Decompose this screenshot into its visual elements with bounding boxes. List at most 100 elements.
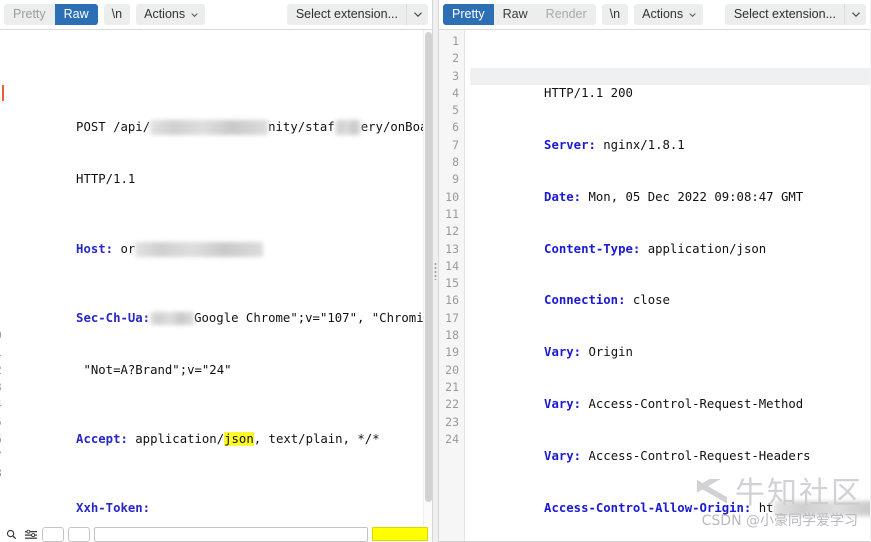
- header-value-post: , text/plain, */*: [253, 431, 380, 446]
- line-number: 14: [445, 258, 459, 273]
- line-number: 22: [445, 397, 459, 412]
- request-actions-button[interactable]: Actions: [136, 4, 206, 25]
- request-path-mid: nity/staf: [268, 120, 335, 135]
- match-highlight-swatch: [372, 527, 428, 541]
- header-line-host: Host: or: [2, 223, 432, 257]
- header-line-connection: Connection: close: [470, 275, 870, 307]
- header-value: or: [120, 241, 136, 256]
- line-number: 23: [445, 414, 459, 429]
- request-editor[interactable]: 1 2 3 4 5 6 7 8 9 10 11 12 13: [0, 29, 432, 542]
- line-number: 3: [452, 68, 459, 83]
- splitter-grip-icon[interactable]: [434, 262, 437, 280]
- header-value: Google Chrome";v="107", "Chromium";v="10…: [194, 310, 432, 325]
- header-line-accept: Accept: application/json, text/plain, */…: [2, 414, 432, 446]
- pane-splitter[interactable]: [432, 0, 439, 542]
- line-number: 6: [452, 120, 459, 135]
- header-value: Access-Control-Request-Method: [581, 397, 804, 412]
- response-editor[interactable]: 1 2 3 4 5 6 7 8 9 10 11 12 13 14 15 16 1…: [439, 29, 870, 542]
- header-name: Access-Control-Allow-Origin:: [544, 501, 752, 516]
- request-path-prefix: /api/: [113, 120, 151, 135]
- chevron-down-icon: [689, 13, 696, 17]
- request-vertical-scrollbar[interactable]: [423, 30, 432, 541]
- line-number: [439, 448, 459, 465]
- request-path-suffix: ery/onBoardTab: [360, 120, 432, 135]
- header-line-vary: Vary: Origin: [470, 327, 870, 359]
- tab-response-raw[interactable]: Raw: [493, 4, 537, 25]
- request-toolbar: Pretty Raw \n Actions Select extension..…: [0, 0, 432, 29]
- request-search-bar: [0, 526, 432, 542]
- settings-icon[interactable]: [23, 527, 38, 542]
- header-line-content-type: Content-Type: application/json: [470, 223, 870, 256]
- header-name: Xxh-Token:: [76, 501, 151, 516]
- line-number: 1: [452, 34, 459, 48]
- tab-request-raw[interactable]: Raw: [54, 4, 98, 25]
- request-newline-toggle[interactable]: \n: [103, 4, 131, 25]
- tab-request-pretty[interactable]: Pretty: [4, 4, 55, 25]
- line-number: 5: [452, 103, 459, 118]
- line-number: 20: [445, 362, 459, 377]
- line-number: 13: [445, 241, 459, 256]
- response-actions-button[interactable]: Actions: [634, 4, 704, 25]
- tab-response-pretty[interactable]: Pretty: [443, 4, 494, 25]
- http-method: POST: [76, 120, 106, 135]
- response-newline-toggle[interactable]: \n: [601, 4, 629, 25]
- request-view-tabs: Pretty Raw: [4, 4, 98, 25]
- tab-response-render[interactable]: Render: [536, 4, 596, 25]
- chevron-down-icon: [844, 4, 866, 25]
- response-toolbar: Pretty Raw Render \n Actions Select exte…: [439, 0, 870, 29]
- header-line-vary: Vary: Access-Control-Request-Headers: [470, 431, 870, 463]
- line-number: 9: [452, 172, 459, 187]
- header-name: Vary:: [544, 345, 582, 360]
- line-number: 16: [445, 293, 459, 308]
- header-name: Host:: [76, 241, 114, 256]
- redaction-blur: [773, 501, 870, 517]
- protocol-text: HTTP/1.1: [76, 172, 136, 187]
- redaction-blur: [150, 311, 195, 325]
- line-number: 4: [452, 85, 459, 100]
- header-value: ht: [751, 501, 774, 516]
- burp-repeater-window: Pretty Raw \n Actions Select extension..…: [0, 0, 871, 542]
- scrollbar-thumb[interactable]: [425, 32, 432, 502]
- header-line-server: Server: nginx/1.8.1: [470, 119, 870, 152]
- header-name: Vary:: [544, 397, 582, 412]
- line-number: 7: [452, 137, 459, 152]
- line-number: 2: [452, 51, 459, 66]
- header-line-sec-ch-ua: Sec-Ch-Ua: Google Chrome";v="107", "Chrom…: [2, 292, 432, 325]
- header-line-allow-origin: Access-Control-Allow-Origin: htn: [470, 483, 870, 517]
- request-code[interactable]: POST /api/nity/staf ery/onBoardTab HTTP/1…: [0, 30, 432, 541]
- search-next-button[interactable]: [68, 526, 90, 542]
- line-number: 15: [445, 276, 459, 291]
- header-line-xxh-token: Xxh-Token:: [2, 483, 432, 515]
- chevron-down-icon: [191, 13, 198, 17]
- response-extension-select[interactable]: Select extension...: [724, 4, 866, 25]
- line-number: [439, 500, 459, 517]
- header-value: Origin: [581, 345, 633, 360]
- line-number: 17: [445, 310, 459, 325]
- header-line-allow-credentials: Access-Control-Allow-Credentials: true: [470, 535, 870, 541]
- header-name: Connection:: [544, 293, 626, 308]
- redaction-blur: [334, 120, 361, 136]
- line-number: 12: [445, 224, 459, 239]
- search-icon[interactable]: [4, 527, 19, 542]
- response-line-numbers: 1 2 3 4 5 6 7 8 9 10 11 12 13 14 15 16 1…: [439, 30, 465, 541]
- status-text: HTTP/1.1 200: [544, 85, 633, 100]
- response-code[interactable]: HTTP/1.1 200 Server: nginx/1.8.1 Date: M…: [465, 30, 870, 541]
- header-line-date: Date: Mon, 05 Dec 2022 09:08:47 GMT: [470, 171, 870, 204]
- header-value: nginx/1.8.1: [595, 137, 685, 152]
- request-extension-label: Select extension...: [295, 7, 398, 21]
- text-caret: [2, 84, 4, 101]
- continuation-text: "Not=A?Brand";v="24": [76, 362, 232, 377]
- header-name: Vary:: [544, 449, 582, 464]
- header-continuation: "Not=A?Brand";v="24": [2, 344, 432, 377]
- request-extension-select[interactable]: Select extension...: [286, 4, 428, 25]
- line-number: [439, 465, 459, 482]
- header-line-vary: Vary: Access-Control-Request-Method: [470, 379, 870, 411]
- request-line: POST /api/nity/staf ery/onBoardTab: [2, 84, 432, 136]
- header-value-pre: application/: [127, 431, 225, 446]
- search-prev-button[interactable]: [42, 526, 64, 542]
- redaction-blur: [135, 241, 264, 257]
- chevron-down-icon: [406, 4, 428, 25]
- line-number: 21: [445, 379, 459, 394]
- response-view-tabs: Pretty Raw Render: [443, 4, 596, 25]
- request-search-input[interactable]: [94, 526, 368, 542]
